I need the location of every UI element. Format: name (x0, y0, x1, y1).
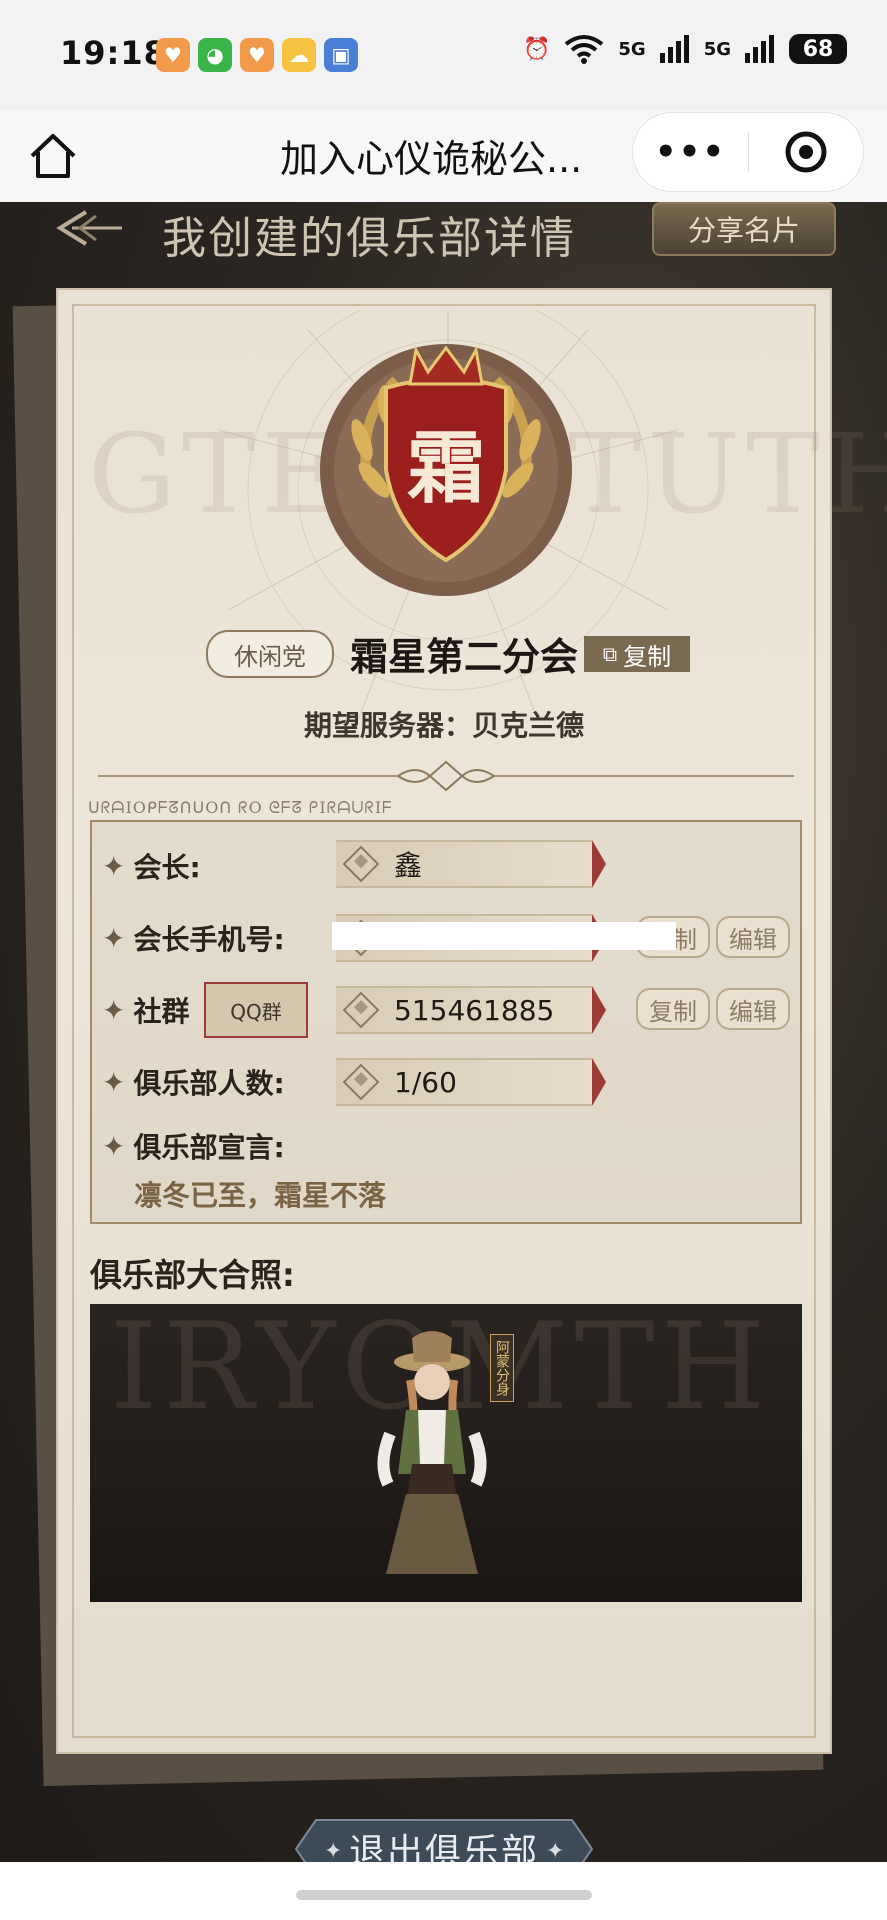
club-info-panel: ✦ 会长: 鑫 ✦ 会长手机号: 复制 编辑 ✦ (90, 820, 802, 1224)
page-title: 加入心仪诡秘公... (280, 137, 583, 181)
screen-title: 我创建的俱乐部详情 (162, 213, 576, 264)
copy-label: 复制 (623, 642, 672, 671)
server-info: 期望服务器：贝克兰德 (304, 709, 585, 742)
copy-group-button[interactable]: 复制 (636, 988, 710, 1030)
group-photo[interactable]: IRYOMTH 阿蒙分身 (90, 1304, 802, 1602)
members-field: 1/60 (336, 1058, 606, 1106)
close-miniprogram-button[interactable] (749, 130, 863, 174)
notification-app-icon: ♥ (240, 38, 274, 72)
group-photo-label: 俱乐部大合照: (90, 1256, 295, 1294)
more-button[interactable]: ••• (633, 132, 748, 172)
signal-label-2: 5G (703, 38, 731, 60)
pill-tip (592, 986, 606, 1034)
sparkle-icon: ✦ (102, 1065, 126, 1099)
group-field: 515461885 (336, 986, 606, 1034)
club-type-tag: 休闲党 (206, 630, 334, 678)
phone-row-label: ✦ 会长手机号: (102, 918, 285, 958)
diamond-icon (342, 991, 380, 1029)
motto-text: 凛冬已至，霜星不落 (134, 1179, 387, 1212)
wifi-icon (565, 35, 604, 64)
signal-label-1: 5G (618, 38, 646, 60)
ornament-divider (98, 760, 794, 792)
notification-app-icon: ▣ (324, 38, 358, 72)
leader-value: 鑫 (394, 849, 423, 882)
group-type-selector[interactable]: QQ群 (204, 982, 308, 1038)
share-card-button[interactable]: 分享名片 (652, 202, 836, 256)
character-tag: 阿蒙分身 (490, 1334, 514, 1402)
phone-label: 会长手机号: (133, 923, 285, 956)
sparkle-icon: ✦ (102, 849, 126, 883)
character-figure (377, 1331, 487, 1574)
signal-icon (745, 35, 774, 63)
battery-level: 68 (802, 36, 834, 62)
cipher-caption: ᑌᖇᗩIOᑭᖴᘔᑎᑌOᑎ ᖇO ᘓᖴᘔ ᑭIᖇᗩᑌᖇIᖴ (88, 798, 393, 817)
watermark-right: TUTH (568, 410, 887, 538)
motto-label: 俱乐部宣言: (133, 1131, 285, 1164)
members-row-label: ✦ 俱乐部人数: (102, 1062, 285, 1102)
club-detail-card: GTEZ TUTH 霜 休闲党 霜星第二分会 ⧉ 复制 期望服务器：贝克兰德 ᑌ… (56, 288, 887, 1754)
capsule-menu: ••• (632, 112, 864, 192)
status-bar: 19:18 ♥ ◕ ♥ ☁ ▣ ⏰ 5G 5G 68 (0, 0, 887, 110)
home-icon[interactable] (26, 130, 80, 184)
group-number: 515461885 (394, 993, 555, 1027)
exit-club-button[interactable]: 退出俱乐部 (276, 1814, 612, 1862)
members-value: 1/60 (394, 1065, 457, 1099)
alarm-icon: ⏰ (522, 36, 551, 62)
wechat-icon: ◕ (198, 38, 232, 72)
phone-redaction (332, 922, 676, 950)
group-row-label: ✦ 社群 (102, 990, 189, 1030)
notification-app-icon: ♥ (156, 38, 190, 72)
status-right: ⏰ 5G 5G 68 (523, 34, 847, 64)
leader-label: 会长: (133, 851, 201, 884)
pill-tip (592, 840, 606, 888)
home-indicator[interactable] (296, 1890, 592, 1900)
edit-phone-button[interactable]: 编辑 (716, 916, 790, 958)
sparkle-icon: ✦ (102, 1129, 126, 1163)
status-time: 19:18 (60, 34, 167, 72)
club-name: 霜星第二分会 (350, 635, 579, 679)
edit-group-button[interactable]: 编辑 (716, 988, 790, 1030)
group-label: 社群 (133, 995, 190, 1028)
mini-program-nav: 加入心仪诡秘公... ••• (0, 110, 887, 202)
club-emblem: 霜 (320, 344, 572, 596)
copy-club-name-button[interactable]: ⧉ 复制 (584, 636, 690, 672)
diamond-icon (342, 1063, 380, 1101)
emblem-character: 霜 (407, 423, 485, 514)
weather-icon: ☁ (282, 38, 316, 72)
leader-field: 鑫 (336, 840, 606, 888)
record-icon (785, 131, 827, 173)
signal-icon (659, 35, 689, 63)
leader-row-label: ✦ 会长: (102, 846, 201, 886)
back-arrow-icon[interactable] (52, 206, 132, 250)
sparkle-icon: ✦ (102, 921, 126, 955)
sparkle-icon: ✦ (102, 993, 126, 1027)
battery-icon: 68 (789, 34, 847, 64)
members-label: 俱乐部人数: (133, 1067, 285, 1100)
diamond-icon (342, 845, 380, 883)
game-view: 我创建的俱乐部详情 分享名片 GTEZ TUTH 霜 休闲党 霜星第二分会 ⧉ … (0, 202, 887, 1862)
motto-row-label: ✦ 俱乐部宣言: (102, 1126, 285, 1166)
copy-icon: ⧉ (602, 642, 618, 666)
pill-tip (592, 1058, 606, 1106)
